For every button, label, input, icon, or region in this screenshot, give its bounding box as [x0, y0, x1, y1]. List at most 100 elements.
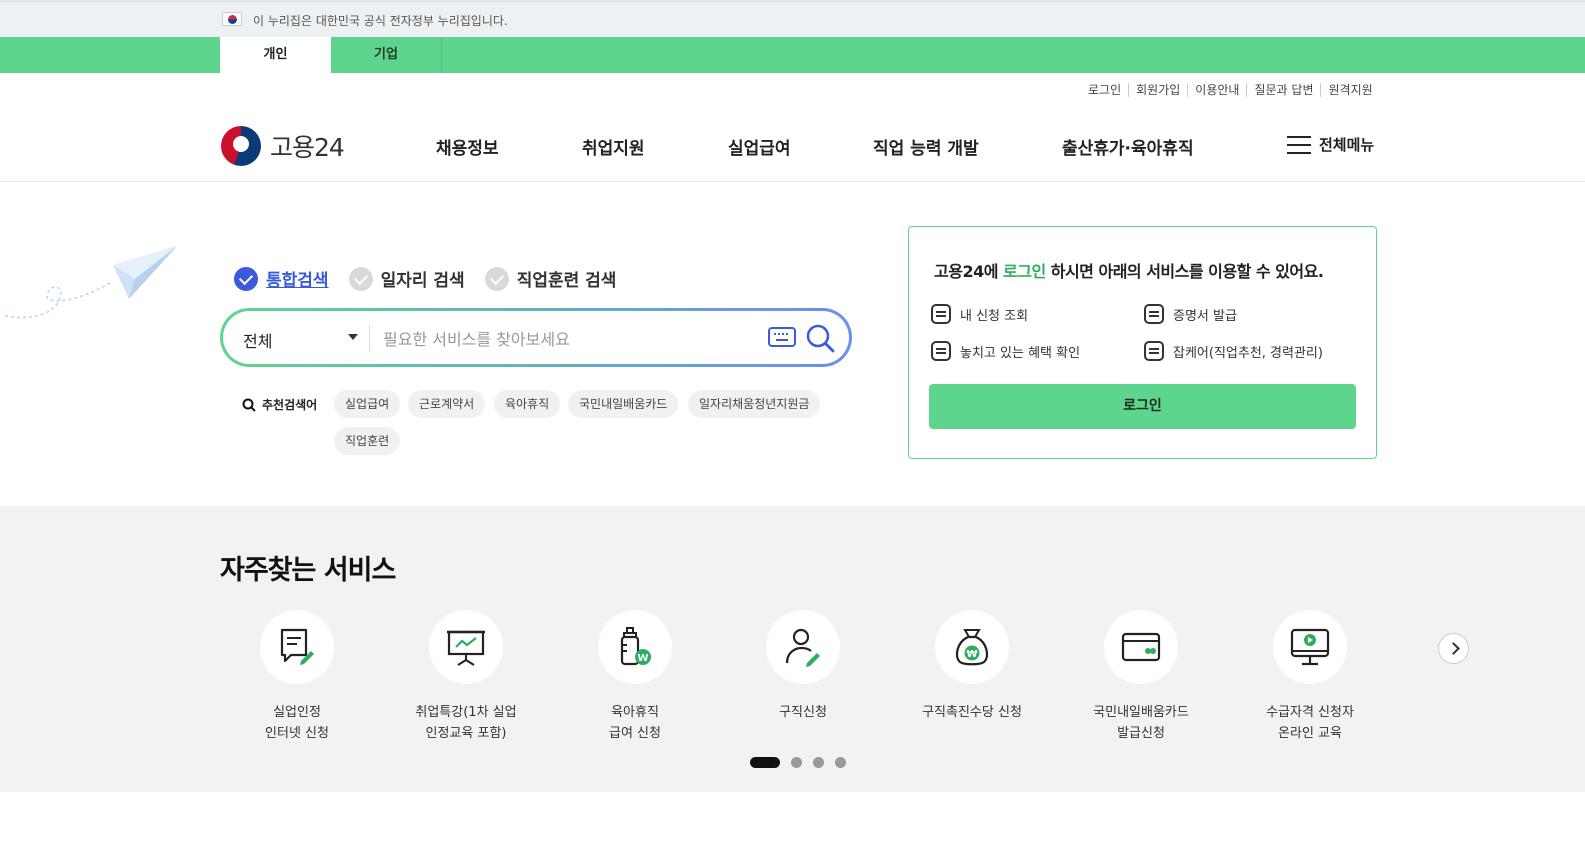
guide-link[interactable]: 이용안내 — [1187, 83, 1246, 97]
service-learning-card[interactable]: 국민내일배움카드발급신청 — [1061, 610, 1221, 744]
virtual-keyboard-icon[interactable] — [768, 327, 796, 347]
keyword-chip[interactable]: 실업급여 — [334, 390, 401, 418]
search-icon[interactable] — [805, 323, 835, 353]
check-circle-icon — [348, 266, 373, 291]
service-label-line: 구직촉진수당 신청 — [922, 705, 1022, 720]
service-icon-circle — [1104, 610, 1178, 684]
qna-link[interactable]: 질문과 답변 — [1246, 83, 1320, 97]
all-menu-button[interactable]: 전체메뉴 — [1287, 134, 1374, 155]
taegeuk-logo-icon — [221, 126, 261, 166]
pagination-dot[interactable] — [791, 757, 802, 768]
gov-banner: 이 누리집은 대한민국 공식 전자정부 누리집입니다. — [0, 0, 1585, 37]
service-label-line: 온라인 교육 — [1278, 726, 1342, 741]
service-label: 구직촉진수당 신청 — [892, 702, 1052, 723]
search-box-inner: 전체 — [223, 311, 849, 364]
nav-item-vocational-training[interactable]: 직업 능력 개발 — [873, 134, 979, 159]
service-icon-circle — [766, 610, 840, 684]
paper-plane-icon — [5, 246, 177, 319]
service-icon-circle — [429, 610, 503, 684]
site-logo[interactable]: 고용24 — [221, 126, 345, 166]
service-label: 구직신청 — [723, 702, 883, 723]
service-label: 수급자격 신청자온라인 교육 — [1230, 702, 1390, 744]
service-job-seeking[interactable]: 구직신청 — [723, 610, 883, 723]
search-input[interactable] — [383, 324, 763, 354]
service-label: 취업특강(1차 실업인정교육 포함) — [386, 702, 546, 744]
caret-down-icon — [348, 334, 358, 340]
frequent-services-section: 자주찾는 서비스 실업인정인터넷 신청 취업특강(1차 실업인정교육 포함) — [0, 506, 1585, 792]
service-online-education[interactable]: 수급자격 신청자온라인 교육 — [1230, 610, 1390, 744]
signup-link[interactable]: 회원가입 — [1128, 83, 1187, 97]
check-circle-icon — [484, 266, 509, 291]
pagination-dot[interactable] — [835, 757, 846, 768]
service-icon-circle — [1273, 610, 1347, 684]
service-label-line: 국민내일배움카드 — [1093, 705, 1189, 720]
service-label-line: 취업특강(1차 실업 — [415, 705, 517, 720]
service-job-promotion-allowance[interactable]: ₩ 구직촉진수당 신청 — [892, 610, 1052, 723]
service-label: 국민내일배움카드발급신청 — [1061, 702, 1221, 744]
tab-business[interactable]: 기업 — [331, 37, 442, 73]
search-category-value: 전체 — [243, 332, 273, 351]
service-parental-leave-benefit[interactable]: W 육아휴직 급여 신청 — [555, 610, 715, 744]
service-label: 내 신청 조회 — [960, 308, 1029, 324]
service-icon-circle: ₩ — [935, 610, 1009, 684]
jobcare-icon — [1144, 341, 1164, 361]
service-icon-circle — [260, 610, 334, 684]
keyword-chip[interactable]: 직업훈련 — [334, 427, 401, 455]
carousel-pagination — [750, 757, 846, 768]
tab-personal[interactable]: 개인 — [220, 37, 331, 73]
main-header: 고용24 채용정보 취업지원 실업급여 직업 능력 개발 출산휴가·육아휴직 전… — [0, 110, 1585, 182]
service-label-line: 수급자격 신청자 — [1266, 705, 1354, 720]
keyword-chip[interactable]: 근로계약서 — [408, 390, 486, 418]
all-menu-label: 전체메뉴 — [1319, 136, 1375, 154]
recommended-label-text: 추천검색어 — [262, 398, 318, 412]
service-label-line: 발급신청 — [1117, 726, 1165, 741]
nav-item-parental-leave[interactable]: 출산휴가·육아휴직 — [1062, 134, 1194, 159]
service-jobcare: 잡케어(직업추천, 경력관리) — [1144, 341, 1323, 361]
hamburger-icon — [1287, 135, 1311, 154]
login-link[interactable]: 로그인 — [1088, 83, 1128, 97]
pagination-dot[interactable] — [750, 757, 780, 768]
search-tab-integrated[interactable]: 통합검색 — [234, 266, 329, 291]
nav-item-unemployment-benefit[interactable]: 실업급여 — [728, 134, 791, 159]
svg-text:₩: ₩ — [966, 649, 977, 660]
search-tab-label: 일자리 검색 — [380, 271, 465, 291]
certificate-icon — [1144, 304, 1164, 324]
nav-item-employment-support[interactable]: 취업지원 — [582, 134, 645, 159]
search-divider — [369, 325, 370, 351]
benefit-doc-icon — [931, 341, 951, 361]
service-unemployment-recognition[interactable]: 실업인정 인터넷 신청 — [217, 610, 377, 744]
money-bag-icon: ₩ — [955, 629, 989, 666]
keyword-chip[interactable]: 국민내일배움카드 — [568, 390, 679, 418]
search-icon — [242, 398, 256, 412]
service-my-applications: 내 신청 조회 — [931, 304, 1028, 324]
search-tab-training[interactable]: 직업훈련 검색 — [484, 266, 616, 291]
service-label: 실업인정 인터넷 신청 — [217, 702, 377, 744]
service-label-line: 인정교육 포함) — [425, 726, 507, 741]
korea-flag-icon — [222, 12, 242, 26]
service-label-line: 구직신청 — [779, 705, 827, 720]
recommended-label: 추천검색어 — [242, 396, 317, 413]
service-label-line: 육아휴직 — [611, 705, 659, 720]
monitor-play-icon — [1290, 628, 1330, 666]
service-label: 잡케어(직업추천, 경력관리) — [1173, 345, 1323, 361]
remote-support-link[interactable]: 원격지원 — [1320, 83, 1379, 97]
user-type-tabs: 개인 기업 — [0, 37, 1585, 73]
service-employment-lecture[interactable]: 취업특강(1차 실업인정교육 포함) — [386, 610, 546, 744]
service-label-line: 인터넷 신청 — [265, 726, 329, 741]
keyword-chip[interactable]: 일자리채움청년지원금 — [688, 390, 821, 418]
pagination-dot[interactable] — [813, 757, 824, 768]
login-button[interactable]: 로그인 — [929, 384, 1356, 429]
keyword-chip[interactable]: 육아휴직 — [494, 390, 561, 418]
service-label: 육아휴직 급여 신청 — [555, 702, 715, 744]
svg-text:W: W — [637, 653, 648, 664]
document-edit-icon — [280, 628, 314, 665]
search-box: 전체 — [220, 308, 852, 367]
nav-item-jobs[interactable]: 채용정보 — [436, 134, 499, 159]
check-circle-icon — [234, 266, 258, 291]
search-category-select[interactable]: 전체 — [243, 328, 358, 352]
search-tab-jobs[interactable]: 일자리 검색 — [348, 266, 465, 291]
utility-links: 로그인 회원가입 이용안내 질문과 답변 원격지원 — [1088, 83, 1380, 97]
service-missed-benefits: 놓치고 있는 혜택 확인 — [931, 341, 1080, 361]
carousel-next-button[interactable] — [1438, 633, 1469, 664]
search-tab-label: 통합검색 — [266, 271, 329, 291]
